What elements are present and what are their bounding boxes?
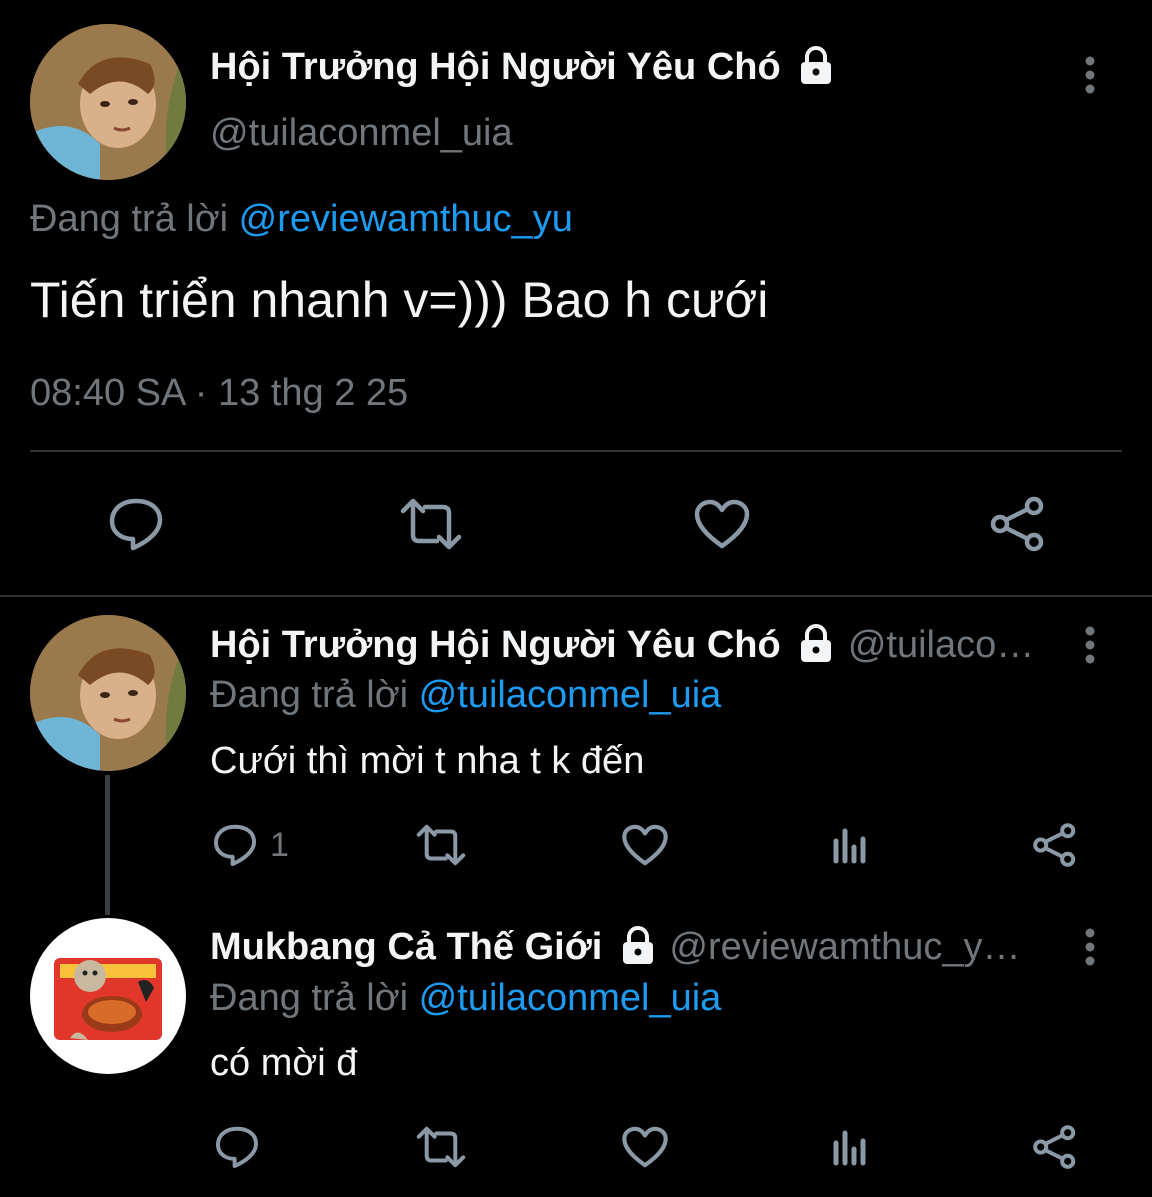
replying-to: Đang trả lời @tuilaconmel_uia [210, 975, 721, 1021]
reply-count: 1 [270, 825, 289, 864]
share-icon[interactable] [1030, 820, 1080, 870]
reply-author-name[interactable]: Hội Trưởng Hội Người Yêu Chó [210, 624, 781, 666]
author-handle[interactable]: @tuilaconmel_uia [210, 110, 513, 156]
more-options-icon[interactable] [1070, 924, 1110, 970]
reply-avatar[interactable] [30, 615, 186, 771]
share-icon[interactable] [986, 494, 1050, 554]
lock-icon [801, 45, 832, 84]
analytics-icon[interactable] [828, 822, 872, 868]
retweet-icon[interactable] [412, 820, 470, 870]
replying-to-prefix: Đang trả lời [210, 977, 409, 1019]
reply-avatar[interactable] [30, 918, 186, 1074]
reply-author-handle[interactable]: @tuilaco… [848, 624, 1034, 666]
retweet-icon[interactable] [396, 494, 466, 554]
analytics-icon[interactable] [828, 1124, 872, 1170]
reply-icon[interactable] [104, 494, 168, 554]
like-icon[interactable] [692, 494, 752, 554]
divider [30, 450, 1122, 452]
reply-icon[interactable] [212, 1122, 262, 1172]
reply-text: có mời đ [210, 1042, 358, 1084]
thread-line [105, 775, 110, 915]
replying-to-link[interactable]: @tuilaconmel_uia [419, 674, 722, 716]
tweet-timestamp[interactable]: 08:40 SA · 13 thg 2 25 [30, 370, 408, 416]
tweet-text: Tiến triển nhanh v=))) Bao h cưới [30, 272, 769, 328]
author-avatar[interactable] [30, 24, 186, 180]
reply-header: Mukbang Cả Thế Giới @reviewamthuc_y… [210, 924, 1050, 970]
replying-to-link[interactable]: @tuilaconmel_uia [419, 977, 722, 1019]
replying-to-prefix: Đang trả lời [210, 674, 409, 716]
like-icon[interactable] [620, 1122, 670, 1172]
reply-author-handle[interactable]: @reviewamthuc_y… [669, 926, 1020, 968]
replying-to-prefix: Đang trả lời [30, 198, 229, 240]
share-icon[interactable] [1030, 1122, 1080, 1172]
replying-to: Đang trả lời @reviewamthuc_yu [30, 196, 573, 242]
author-name-text: Hội Trưởng Hội Người Yêu Chó [210, 46, 781, 88]
author-name[interactable]: Hội Trưởng Hội Người Yêu Chó [210, 44, 837, 90]
replying-to: Đang trả lời @tuilaconmel_uia [210, 672, 721, 718]
reply-header: Hội Trưởng Hội Người Yêu Chó @tuilaco… [210, 622, 1050, 668]
reply-action[interactable]: 1 [212, 820, 289, 870]
retweet-icon[interactable] [412, 1122, 470, 1172]
reply-icon [213, 824, 257, 867]
more-options-icon[interactable] [1070, 622, 1110, 668]
like-icon[interactable] [620, 820, 670, 870]
lock-icon [622, 925, 653, 964]
more-options-icon[interactable] [1070, 52, 1110, 98]
lock-icon [801, 623, 832, 662]
section-divider [0, 595, 1152, 597]
reply-text: Cưới thì mời t nha t k đến [210, 740, 645, 782]
replying-to-link[interactable]: @reviewamthuc_yu [239, 198, 573, 240]
reply-author-name[interactable]: Mukbang Cả Thế Giới [210, 926, 602, 968]
